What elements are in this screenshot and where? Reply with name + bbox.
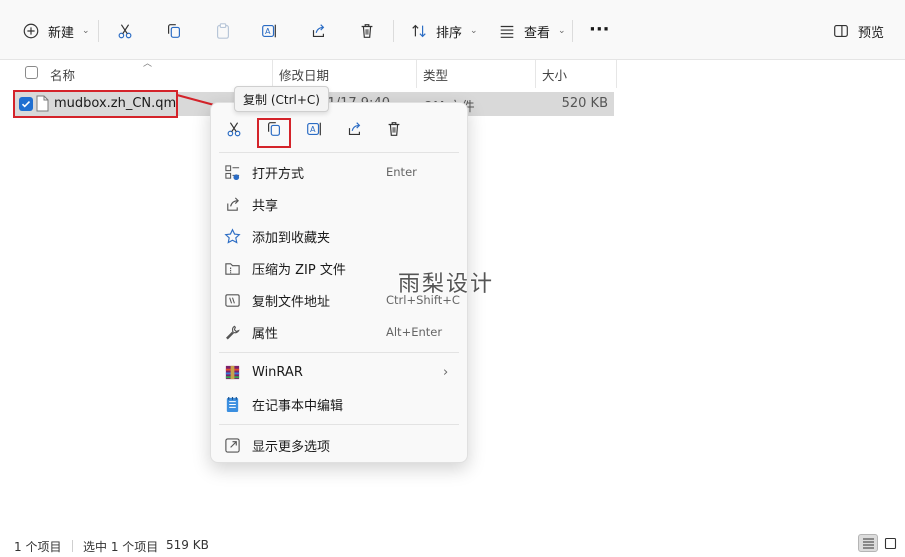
column-divider[interactable] — [616, 60, 617, 88]
status-item-count: 1 个项目 — [14, 540, 62, 554]
watermark-text: 雨梨设计 — [398, 272, 495, 297]
share-icon — [223, 195, 241, 213]
copy-button[interactable] — [163, 18, 185, 44]
notepad-icon — [223, 395, 241, 413]
ctx-delete-button[interactable] — [382, 117, 406, 141]
share-icon — [348, 122, 361, 135]
menu-item-edit-notepad[interactable]: 在记事本中编辑 — [211, 389, 467, 419]
column-size[interactable]: 大小 — [536, 60, 616, 88]
ctx-cut-button[interactable] — [222, 117, 246, 141]
toolbar-divider — [98, 20, 99, 42]
toolbar-divider — [572, 20, 573, 42]
cut-icon — [227, 122, 241, 137]
menu-divider — [219, 352, 459, 353]
chevron-down-icon: ⌄ — [558, 26, 566, 36]
share-icon — [307, 20, 329, 42]
toolbar-divider — [393, 20, 394, 42]
menu-item-label: 压缩为 ZIP 文件 — [252, 262, 346, 278]
preview-pane-icon — [830, 20, 852, 42]
winrar-icon — [223, 363, 241, 381]
svg-text:A: A — [310, 124, 316, 134]
column-size-label: 大小 — [542, 67, 568, 83]
command-bar: 新建 ⌄ A 排序 ⌄ 查看 ⌄ ··· 预览 — [0, 0, 905, 60]
menu-item-add-favorites[interactable]: 添加到收藏夹 — [211, 221, 467, 251]
share-button[interactable] — [307, 18, 329, 44]
column-name[interactable]: 名称 — [44, 60, 272, 88]
sort-button[interactable]: 排序 ⌄ — [408, 18, 478, 44]
rename-button[interactable]: A — [258, 18, 280, 44]
chevron-right-icon: › — [443, 364, 449, 380]
paste-icon — [212, 20, 234, 42]
column-date[interactable]: 修改日期 — [273, 60, 416, 88]
new-label: 新建 — [48, 25, 75, 41]
menu-divider — [219, 152, 459, 153]
menu-item-label: 复制文件地址 — [252, 294, 331, 310]
rename-icon: A — [307, 122, 321, 136]
menu-item-label: 显示更多选项 — [252, 439, 331, 455]
column-date-label: 修改日期 — [279, 67, 330, 83]
status-selected-count: 选中 1 个项目 — [83, 540, 159, 554]
column-type-label: 类型 — [423, 67, 449, 83]
delete-icon — [388, 122, 400, 136]
zip-icon — [223, 259, 241, 277]
tiles-view-button[interactable] — [880, 534, 900, 552]
menu-item-label: 在记事本中编辑 — [252, 398, 344, 414]
status-selected-size: 519 KB — [166, 538, 209, 552]
details-view-icon — [862, 537, 874, 549]
menu-item-shortcut: Enter — [386, 165, 417, 179]
menu-item-label: WinRAR — [252, 364, 303, 380]
copy-tooltip: 复制 (Ctrl+C) — [234, 86, 329, 112]
star-icon — [223, 227, 241, 245]
menu-item-label: 共享 — [252, 198, 279, 214]
sort-label: 排序 — [436, 25, 463, 41]
menu-item-more-options[interactable]: 显示更多选项 — [211, 430, 467, 460]
rename-icon: A — [258, 20, 280, 42]
preview-button[interactable]: 预览 — [830, 18, 884, 44]
menu-item-properties[interactable]: 属性 Alt+Enter — [211, 317, 467, 347]
column-header-row: 名称 修改日期 类型 大小 — [0, 60, 905, 88]
cut-button[interactable] — [114, 18, 136, 44]
menu-item-open-with[interactable]: 打开方式 Enter — [211, 157, 467, 187]
file-size: 520 KB — [561, 96, 608, 111]
ctx-share-button[interactable] — [342, 117, 366, 141]
status-bar: 1 个项目 选中 1 个项目 519 KB — [0, 532, 905, 557]
delete-button[interactable] — [356, 18, 378, 44]
menu-item-label: 打开方式 — [252, 166, 305, 182]
menu-item-label: 添加到收藏夹 — [252, 230, 331, 246]
more-options-icon — [223, 436, 241, 454]
chevron-down-icon: ⌄ — [82, 26, 90, 36]
new-button[interactable]: 新建 ⌄ — [20, 18, 90, 44]
sort-icon — [408, 20, 430, 42]
paste-button[interactable] — [212, 18, 234, 44]
column-type[interactable]: 类型 — [417, 60, 535, 88]
open-with-icon — [223, 163, 241, 181]
copy-path-icon — [223, 291, 241, 309]
more-button[interactable]: ··· — [589, 16, 610, 42]
ctx-rename-button[interactable]: A — [302, 117, 326, 141]
delete-icon — [356, 20, 378, 42]
chevron-down-icon: ⌄ — [470, 26, 478, 36]
copy-icon — [163, 20, 185, 42]
tiles-view-icon — [884, 537, 896, 549]
view-button[interactable]: 查看 ⌄ — [496, 18, 566, 44]
view-label: 查看 — [524, 25, 551, 41]
wrench-icon — [223, 323, 241, 341]
highlight-box-file — [13, 90, 178, 118]
column-name-label: 名称 — [50, 67, 76, 83]
preview-label: 预览 — [858, 25, 885, 41]
status-divider — [72, 540, 73, 552]
menu-item-share[interactable]: 共享 — [211, 189, 467, 219]
view-lines-icon — [496, 20, 518, 42]
highlight-box-copy — [257, 118, 291, 148]
details-view-button[interactable] — [858, 534, 878, 552]
menu-item-winrar[interactable]: WinRAR › — [211, 357, 467, 387]
menu-divider — [219, 424, 459, 425]
svg-text:A: A — [265, 26, 271, 36]
more-icon: ··· — [589, 18, 610, 40]
cut-icon — [114, 20, 136, 42]
menu-item-shortcut: Alt+Enter — [386, 325, 443, 339]
plus-circle-icon — [20, 20, 42, 42]
menu-item-label: 属性 — [252, 326, 279, 342]
